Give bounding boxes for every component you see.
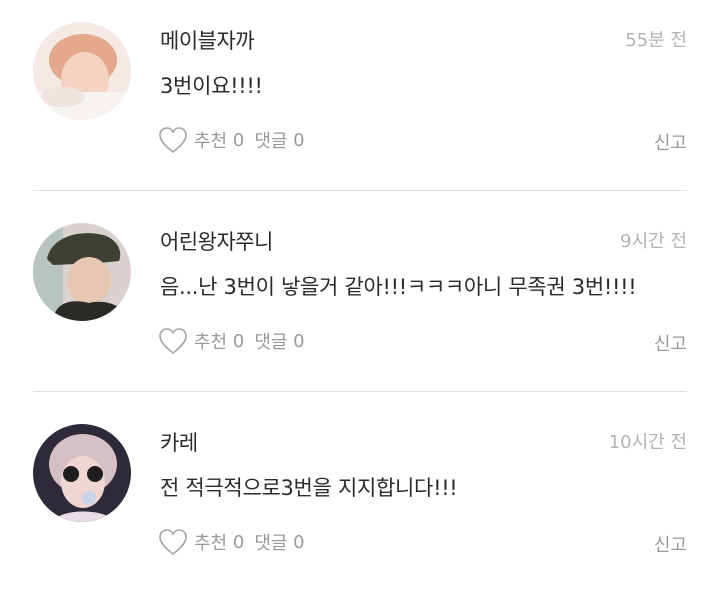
like-label[interactable]: 추천 [194,127,227,153]
comment-item: 어린왕자쭈니 9시간 전 음...난 3번이 낳을거 같아!!!ㅋㅋㅋ아니 무족… [0,201,720,401]
like-label[interactable]: 추천 [194,529,227,555]
user-photo-avatar-icon [33,22,131,120]
comment-username[interactable]: 메이블자까 [160,25,255,55]
comment-text: 전 적극적으로3번을 지지합니다!!! [160,476,458,500]
user-photo-avatar-icon [33,424,131,522]
comment-item: 메이블자까 55분 전 3번이요!!!! 추천 0 댓글 0 신고 [0,0,720,200]
like-label[interactable]: 추천 [194,328,227,354]
comment-item: 카레 10시간 전 전 적극적으로3번을 지지합니다!!! 추천 0 댓글 0 … [0,402,720,602]
heart-icon[interactable] [158,528,188,556]
comment-time: 9시간 전 [620,231,687,252]
reply-count: 0 [293,129,305,151]
reply-count: 0 [293,531,305,553]
comment-actions: 추천 0 댓글 0 [158,126,305,154]
report-button[interactable]: 신고 [654,330,687,356]
avatar[interactable] [33,424,131,522]
user-photo-avatar-icon [33,223,131,321]
heart-icon[interactable] [158,126,188,154]
comment-time: 10시간 전 [608,432,687,453]
like-count: 0 [232,129,245,151]
divider [33,391,687,392]
report-button[interactable]: 신고 [654,129,687,155]
reply-label[interactable]: 댓글 [254,127,287,153]
reply-label[interactable]: 댓글 [254,328,287,354]
comment-username[interactable]: 카레 [160,427,198,457]
avatar[interactable] [33,22,131,120]
comment-text: 3번이요!!!! [160,74,263,98]
reply-label[interactable]: 댓글 [254,529,287,555]
comment-actions: 추천 0 댓글 0 [158,528,305,556]
like-count: 0 [232,531,245,553]
divider [33,190,687,191]
like-count: 0 [232,330,245,352]
comment-text: 음...난 3번이 낳을거 같아!!!ㅋㅋㅋ아니 무족권 3번!!!! [160,275,637,299]
comment-actions: 추천 0 댓글 0 [158,327,305,355]
comment-username[interactable]: 어린왕자쭈니 [160,226,273,256]
reply-count: 0 [293,330,305,352]
comment-time: 55분 전 [625,30,687,51]
report-button[interactable]: 신고 [654,531,687,557]
heart-icon[interactable] [158,327,188,355]
avatar[interactable] [33,223,131,321]
